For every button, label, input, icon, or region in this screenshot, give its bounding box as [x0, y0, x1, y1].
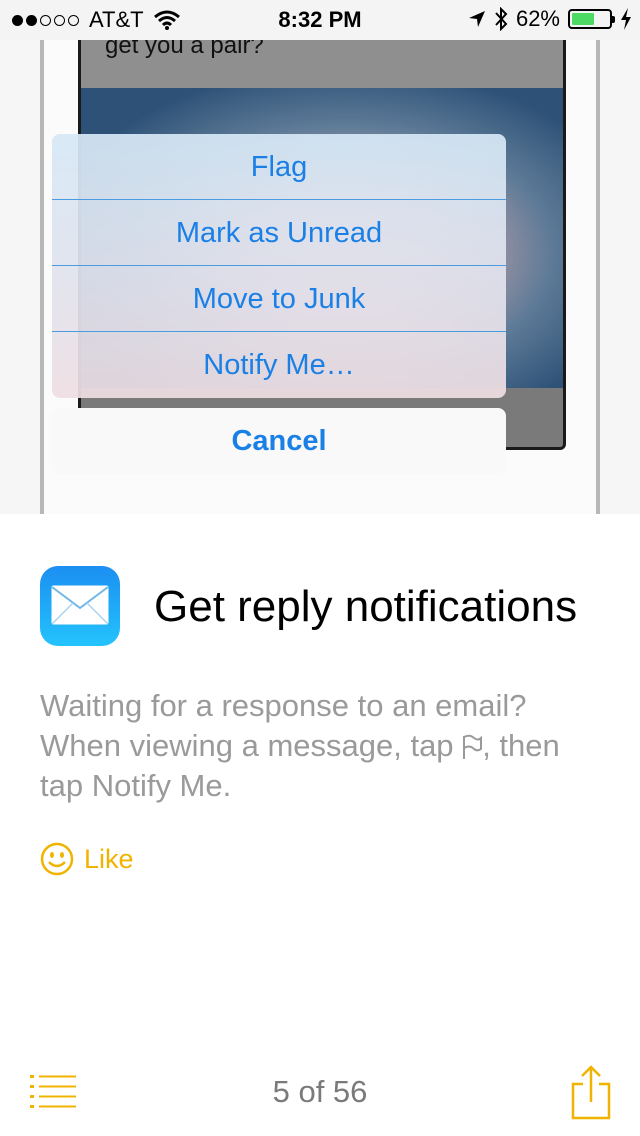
status-bar: AT&T 8:32 PM 62%: [0, 0, 640, 40]
share-icon[interactable]: [570, 1064, 612, 1120]
like-label: Like: [84, 843, 134, 874]
action-notify-me: Notify Me…: [203, 349, 355, 381]
bottom-toolbar: 5 of 56: [0, 1050, 640, 1136]
tip-description-text: Waiting for a response to an email? When…: [40, 688, 527, 763]
flag-icon: [463, 734, 483, 759]
page-counter: 5 of 56: [272, 1074, 368, 1109]
battery-percent: 62%: [515, 6, 560, 31]
like-button[interactable]: Like: [40, 842, 134, 876]
smiley-icon: [40, 842, 74, 876]
tip-title: Get reply notifications: [154, 582, 578, 631]
action-flag: Flag: [52, 134, 506, 200]
location-arrow-icon: [468, 11, 485, 27]
action-mark-as-unread: Mark as Unread: [52, 200, 506, 266]
tip-description: Waiting for a response to an email? When…: [40, 686, 610, 806]
status-right: 62%: [468, 6, 632, 32]
bluetooth-icon: [495, 7, 508, 31]
action-sheet: Flag Mark as Unread Move to Junk Notify …: [52, 134, 506, 398]
tip-illustration: I found these new sunglasses, should I g…: [0, 0, 640, 514]
action-move-to-junk: Move to Junk: [52, 266, 506, 332]
mail-icon: [40, 566, 120, 646]
battery-icon: [568, 9, 615, 29]
action-cancel: Cancel: [52, 408, 506, 474]
charging-bolt-icon: [621, 8, 631, 30]
battery-level: [572, 13, 595, 25]
